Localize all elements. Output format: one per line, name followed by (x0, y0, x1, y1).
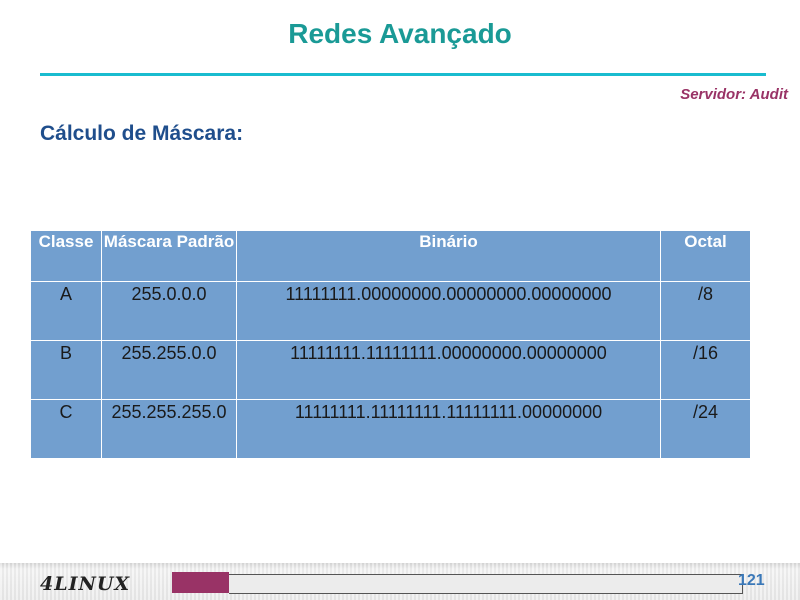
cell-mascara: 255.255.255.0 (101, 399, 237, 459)
header-octal: Octal (660, 230, 751, 282)
server-label: Servidor: Audit (680, 86, 788, 103)
table-row: A 255.0.0.0 11111111.00000000.00000000.0… (30, 281, 751, 341)
cell-binario: 11111111.11111111.00000000.00000000 (236, 340, 661, 400)
table-header-row: Classe Máscara Padrão Binário Octal (30, 230, 751, 282)
cell-mascara: 255.255.0.0 (101, 340, 237, 400)
header-mascara: Máscara Padrão (101, 230, 237, 282)
cell-octal: /24 (660, 399, 751, 459)
footer-progress-frame (229, 574, 743, 594)
table-row: B 255.255.0.0 11111111.11111111.00000000… (30, 340, 751, 400)
title-divider (40, 73, 766, 76)
page-number: 121 (738, 572, 765, 589)
header-classe: Classe (30, 230, 102, 282)
header-binario: Binário (236, 230, 661, 282)
table-row: C 255.255.255.0 11111111.11111111.111111… (30, 399, 751, 459)
cell-binario: 11111111.11111111.11111111.00000000 (236, 399, 661, 459)
cell-binario: 11111111.00000000.00000000.00000000 (236, 281, 661, 341)
cell-mascara: 255.0.0.0 (101, 281, 237, 341)
footer-accent-block (172, 572, 229, 593)
cell-classe: B (30, 340, 102, 400)
cell-octal: /8 (660, 281, 751, 341)
cell-classe: A (30, 281, 102, 341)
mask-table: Classe Máscara Padrão Binário Octal A 25… (30, 230, 751, 459)
section-heading: Cálculo de Máscara: (40, 122, 244, 145)
slide-title: Redes Avançado (288, 18, 512, 49)
cell-octal: /16 (660, 340, 751, 400)
cell-classe: C (30, 399, 102, 459)
company-logo: 4LINUX (40, 573, 131, 595)
